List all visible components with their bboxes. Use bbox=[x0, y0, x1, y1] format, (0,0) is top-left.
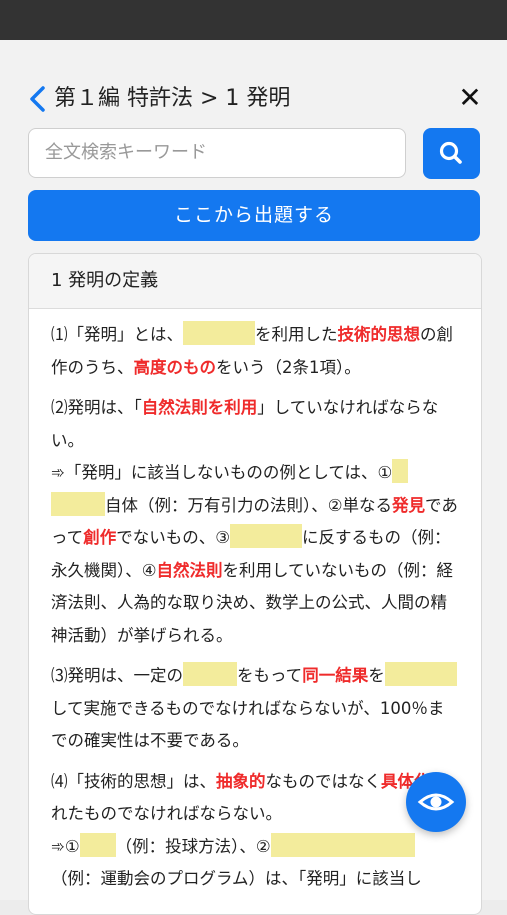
text: 自体（例：万有引力の法則）、②単なる bbox=[105, 495, 393, 515]
key-term: 抽象的 bbox=[216, 771, 266, 791]
fill-in-blank[interactable] bbox=[229, 524, 302, 548]
back-chevron-icon[interactable] bbox=[26, 84, 48, 114]
toggle-answers-button[interactable] bbox=[406, 772, 466, 832]
text: （例：投球方法）、② bbox=[115, 836, 271, 856]
fill-in-blank[interactable] bbox=[183, 321, 255, 345]
page-title: 第１編 特許法 > 1 発明 bbox=[54, 86, 291, 111]
search-icon bbox=[439, 141, 462, 164]
start-quiz-button[interactable]: ここから出題する bbox=[28, 190, 480, 241]
text: ➾「発明」に該当しないものの例としては、① bbox=[51, 463, 393, 482]
fill-in-blank[interactable] bbox=[51, 491, 105, 516]
key-term: 創作 bbox=[83, 528, 117, 547]
paragraph-1: ⑴「発明」とは、 を利用した技術的思想の創作のうち、高度のものをいう（2条1項）。 bbox=[51, 319, 459, 384]
text: を bbox=[368, 666, 385, 685]
text: ⑶発明は、一定の bbox=[51, 666, 183, 685]
text: でないもの、③ bbox=[116, 528, 230, 547]
search-input[interactable]: 全文検索キーワード bbox=[28, 128, 406, 178]
fill-in-blank[interactable] bbox=[384, 662, 421, 686]
fill-in-blank[interactable] bbox=[420, 662, 457, 686]
text: ➾① bbox=[51, 836, 80, 856]
paragraph-2: ⑵発明は、「自然法則を利用」していなければならない。 ➾「発明」に該当しないもの… bbox=[51, 392, 459, 652]
key-term: 自然法則 bbox=[156, 560, 223, 580]
key-term: 同一結果 bbox=[302, 666, 369, 685]
fill-in-blank[interactable] bbox=[270, 832, 415, 857]
text: をいう（2条1項）。 bbox=[216, 357, 361, 377]
status-bar bbox=[0, 0, 507, 40]
eye-icon bbox=[417, 793, 455, 811]
text: （例：運動会のプログラム）は、「発明」に該当し bbox=[51, 869, 422, 888]
text: を利用した bbox=[255, 325, 338, 344]
paragraph-4: ⑷「技術的思想」は、抽象的なものではなく具体化されたものでなければならない。 ➾… bbox=[51, 766, 459, 896]
key-term: 技術的思想 bbox=[337, 325, 421, 344]
key-term: 発見 bbox=[392, 495, 426, 515]
text: ⑷「技術的思想」は、 bbox=[51, 771, 216, 791]
section-heading: 1 発明の定義 bbox=[29, 254, 481, 309]
text: をもって bbox=[237, 666, 303, 685]
fill-in-blank[interactable] bbox=[392, 459, 409, 483]
paragraph-3: ⑶発明は、一定の をもって同一結果をして実施できるものでなければならないが、100… bbox=[51, 660, 459, 758]
close-icon[interactable]: ✕ bbox=[456, 84, 484, 112]
search-button[interactable] bbox=[423, 128, 480, 179]
text: なものではなく bbox=[265, 771, 382, 791]
text: して実施できるものでなければならないが、100％までの確実性は不要である。 bbox=[51, 698, 445, 751]
text: ⑵発明は、「 bbox=[51, 398, 142, 417]
fill-in-blank[interactable] bbox=[79, 832, 116, 857]
text: ⑴「発明」とは、 bbox=[51, 325, 183, 344]
key-term: 高度のもの bbox=[133, 357, 217, 377]
fill-in-blank[interactable] bbox=[183, 662, 237, 686]
key-term: 自然法則を利用 bbox=[141, 398, 258, 417]
